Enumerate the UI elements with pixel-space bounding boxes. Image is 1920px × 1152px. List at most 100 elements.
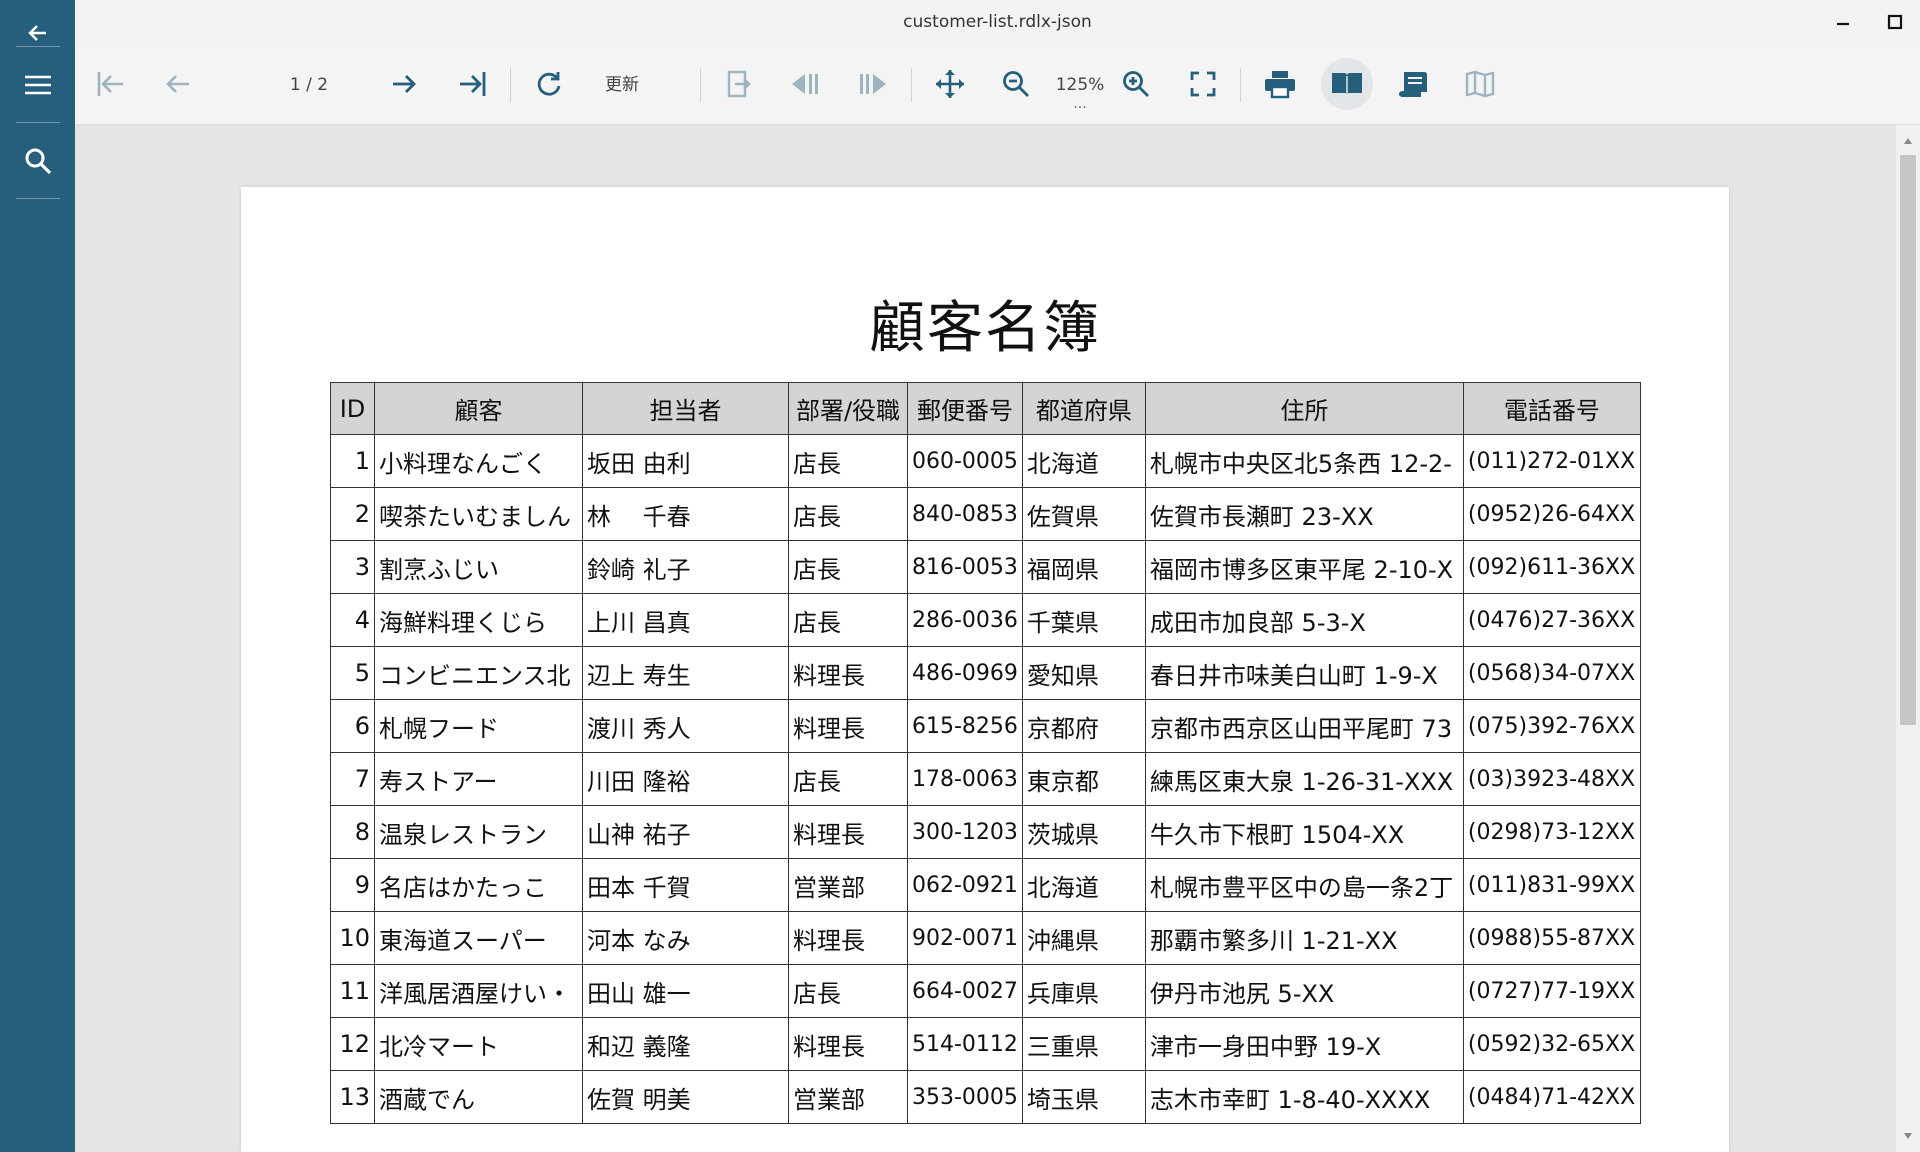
zoom-in-button[interactable] (1110, 58, 1162, 110)
table-header-row: ID 顧客 担当者 部署/役職 郵便番号 都道府県 住所 電話番号 (330, 382, 1641, 435)
scroll-up-button[interactable] (1896, 131, 1920, 151)
cell-address: 那覇市繁多川 1-21-XX (1144, 911, 1464, 965)
cell-postal-code: 514-0112 (907, 1017, 1023, 1071)
customer-table: ID 顧客 担当者 部署/役職 郵便番号 都道府県 住所 電話番号 1 小料理なん… (330, 382, 1641, 1124)
column-header-prefecture: 都道府県 (1021, 382, 1146, 435)
step-forward-icon (860, 74, 886, 94)
single-page-view-button[interactable] (1321, 58, 1373, 110)
triangle-down-icon (1904, 1133, 1912, 1139)
cell-id: 12 (330, 1017, 375, 1071)
cell-id: 7 (330, 752, 375, 806)
fullscreen-icon (1190, 71, 1216, 97)
cell-prefecture: 福岡県 (1021, 540, 1146, 594)
cell-postal-code: 615-8256 (907, 699, 1023, 753)
continuous-view-button[interactable] (1387, 58, 1439, 110)
cell-phone: (0727)77-19XX (1462, 964, 1641, 1018)
arrow-left-icon (27, 25, 46, 41)
cell-customer: 喫茶たいむましん (374, 487, 583, 541)
cell-postal-code: 178-0063 (907, 752, 1023, 806)
table-row: 6 札幌フード 渡川 秀人 料理長 615-8256 京都府 京都市西京区山田平尾町 73(… (330, 699, 1641, 753)
fullscreen-button[interactable] (1177, 58, 1229, 110)
cell-phone: (0298)73-12XX (1462, 805, 1641, 859)
cell-prefecture: 兵庫県 (1021, 964, 1146, 1018)
cell-prefecture: 佐賀県 (1021, 487, 1146, 541)
cell-department: 料理長 (788, 1017, 908, 1071)
cell-customer: 名店はかたっこ (374, 858, 583, 912)
cell-department: 店長 (788, 434, 908, 488)
arrow-right-icon (393, 75, 416, 93)
cell-id: 10 (330, 911, 375, 965)
cell-department: 店長 (788, 752, 908, 806)
next-page-button[interactable] (378, 58, 430, 110)
maximize-icon (1887, 14, 1903, 30)
galley-view-button[interactable] (1454, 58, 1506, 110)
cell-phone: (03)3923-48XX (1462, 752, 1641, 806)
zoom-out-icon (1003, 71, 1029, 97)
cell-department: 店長 (788, 487, 908, 541)
cell-customer: 洋風居酒屋けい・ (374, 964, 583, 1018)
zoom-out-button[interactable] (990, 58, 1042, 110)
maximize-button[interactable] (1869, 0, 1920, 44)
cell-customer: 割烹ふじい (374, 540, 583, 594)
scroll-down-button[interactable] (1896, 1126, 1920, 1146)
toolbar-separator (510, 68, 511, 102)
cell-department: 料理長 (788, 646, 908, 700)
column-header-phone: 電話番号 (1462, 382, 1641, 435)
search-button[interactable] (0, 128, 75, 194)
zoom-in-icon (1123, 71, 1149, 97)
cell-prefecture: 埼玉県 (1021, 1070, 1146, 1124)
zoom-level[interactable]: 125% (1050, 44, 1110, 124)
rail-divider (16, 122, 60, 123)
column-header-customer: 顧客 (374, 382, 583, 435)
cell-department: 営業部 (788, 1070, 908, 1124)
cell-id: 2 (330, 487, 375, 541)
column-header-postal-code: 郵便番号 (907, 382, 1023, 435)
refresh-label[interactable]: 更新 (605, 44, 639, 124)
first-page-button[interactable] (85, 58, 137, 110)
step-forward-button[interactable] (847, 58, 899, 110)
cell-prefecture: 北海道 (1021, 434, 1146, 488)
cell-address: 伊丹市池尻 5-XX (1144, 964, 1464, 1018)
cell-id: 6 (330, 699, 375, 753)
print-button[interactable] (1254, 58, 1306, 110)
previous-page-button[interactable] (152, 58, 204, 110)
cell-department: 店長 (788, 593, 908, 647)
minimize-button[interactable] (1817, 0, 1869, 44)
cell-customer: 北冷マート (374, 1017, 583, 1071)
pan-mode-button[interactable] (924, 58, 976, 110)
cell-department: 店長 (788, 540, 908, 594)
cell-department: 料理長 (788, 805, 908, 859)
export-icon (727, 70, 751, 98)
cell-prefecture: 愛知県 (1021, 646, 1146, 700)
last-page-icon (460, 72, 486, 96)
cell-department: 営業部 (788, 858, 908, 912)
cell-customer: 酒蔵でん (374, 1070, 583, 1124)
cell-contact: 川田 隆裕 (582, 752, 789, 806)
go-to-parent-button[interactable] (712, 58, 764, 110)
cell-customer: 東海道スーパー (374, 911, 583, 965)
step-back-button[interactable] (779, 58, 831, 110)
cell-prefecture: 京都府 (1021, 699, 1146, 753)
cell-contact: 和辺 義隆 (582, 1017, 789, 1071)
table-row: 13 酒蔵でん 佐賀 明美 営業部 353-0005 埼玉県 志木市幸町 1-8-40-XX… (330, 1070, 1641, 1124)
refresh-button[interactable] (523, 58, 575, 110)
last-page-button[interactable] (446, 58, 498, 110)
step-back-icon (792, 74, 818, 94)
cell-address: 札幌市豊平区中の島一条2丁 (1144, 858, 1464, 912)
cell-contact: 河本 なみ (582, 911, 789, 965)
cell-postal-code: 353-0005 (907, 1070, 1023, 1124)
book-open-icon (1332, 73, 1362, 96)
page-indicator[interactable]: 1 / 2 (274, 44, 344, 124)
cell-id: 13 (330, 1070, 375, 1124)
vertical-scrollbar[interactable] (1896, 125, 1920, 1152)
cell-postal-code: 062-0921 (907, 858, 1023, 912)
cell-phone: (011)831-99XX (1462, 858, 1641, 912)
column-header-contact: 担当者 (582, 382, 789, 435)
cell-id: 9 (330, 858, 375, 912)
cell-contact: 田山 雄一 (582, 964, 789, 1018)
cell-customer: 海鮮料理くじら (374, 593, 583, 647)
table-row: 10 東海道スーパー 河本 なみ 料理長 902-0071 沖縄県 那覇市繁多川 1-21-… (330, 911, 1641, 965)
zoom-options-indicator[interactable]: ... (1070, 96, 1090, 112)
scrollbar-thumb[interactable] (1900, 155, 1916, 725)
menu-button[interactable] (0, 52, 75, 118)
